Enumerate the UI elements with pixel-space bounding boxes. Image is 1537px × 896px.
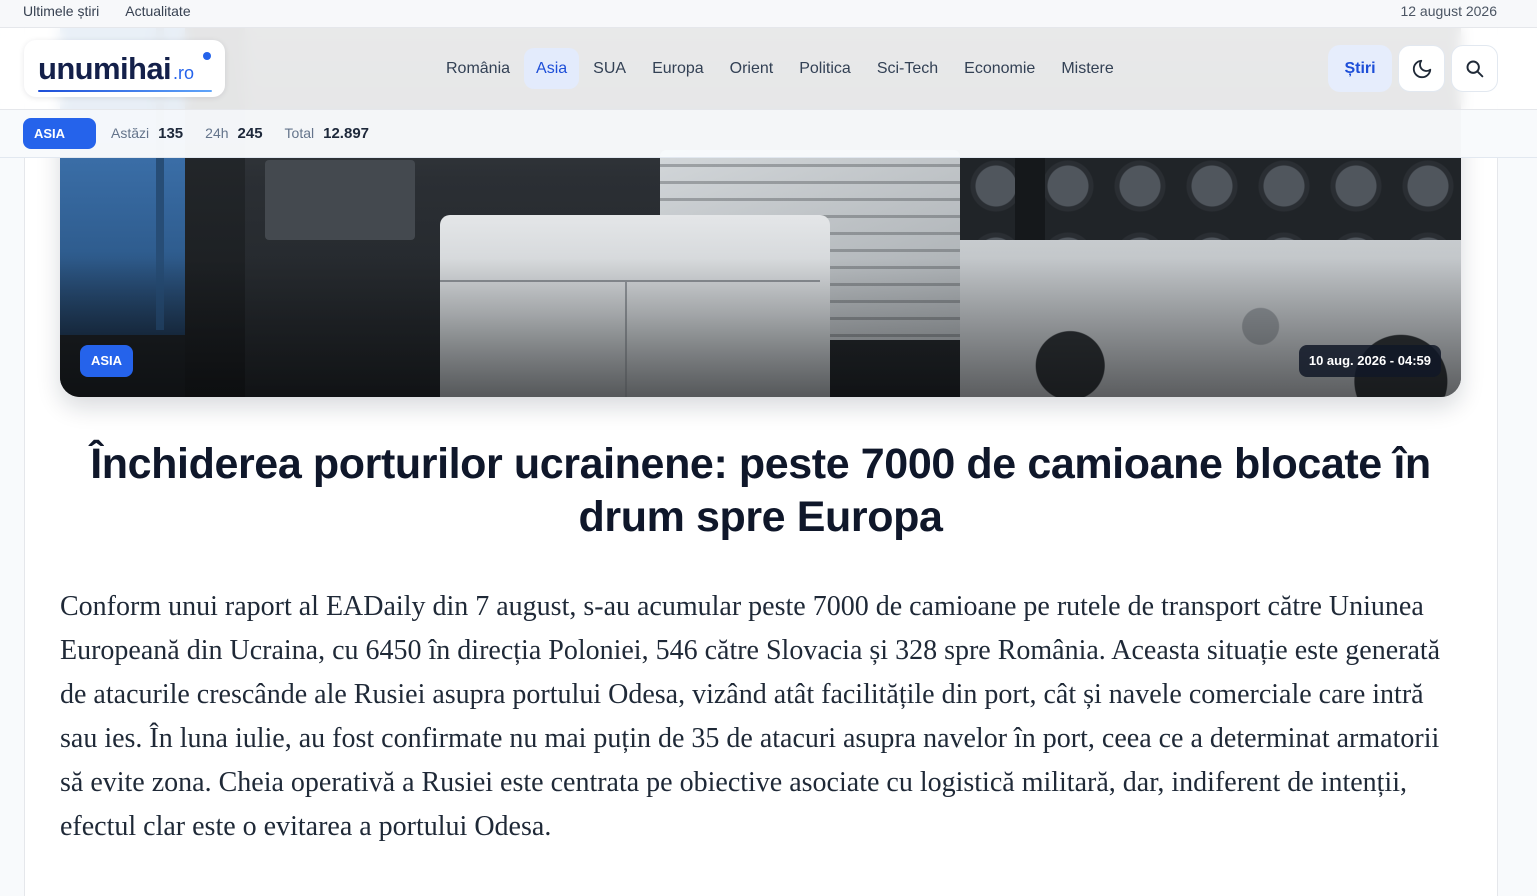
page: ASIA 10 aug. 2026 - 04:59 Închiderea por… — [0, 0, 1537, 896]
nav-item-politica[interactable]: Politica — [787, 48, 863, 89]
category-stats-bar: ASIA Astăzi 135 24h 245 Total 12.897 — [0, 110, 1537, 158]
stat-24h: 24h 245 — [205, 118, 262, 149]
stat-total: Total 12.897 — [285, 118, 369, 149]
logo-text: unumihai .ro — [38, 51, 194, 87]
site-header: unumihai .ro România Asia SUA Europa Orie… — [0, 28, 1537, 110]
logo-tld: .ro — [172, 63, 194, 83]
main-nav: România Asia SUA Europa Orient Politica … — [434, 48, 1126, 89]
nav-item-romania[interactable]: România — [434, 48, 522, 89]
logo-dot-icon — [203, 52, 211, 60]
nav-item-europa[interactable]: Europa — [640, 48, 716, 89]
moon-icon — [1412, 59, 1431, 78]
theme-toggle-button[interactable] — [1398, 45, 1445, 92]
top-utility-bar: Ultimele știri Actualitate 12 august 202… — [0, 0, 1537, 28]
nav-item-economie[interactable]: Economie — [952, 48, 1047, 89]
current-category-badge[interactable]: ASIA — [23, 118, 96, 149]
nav-item-orient[interactable]: Orient — [718, 48, 786, 89]
article-category-badge[interactable]: ASIA — [80, 345, 133, 377]
stat-value: 12.897 — [323, 125, 370, 142]
nav-item-mistere[interactable]: Mistere — [1049, 48, 1125, 89]
nav-item-sci-tech[interactable]: Sci-Tech — [865, 48, 950, 89]
stat-value: 245 — [237, 125, 263, 142]
article-datetime: 10 aug. 2026 - 04:59 — [1298, 345, 1441, 377]
top-link-latest-news[interactable]: Ultimele știri — [23, 1, 99, 21]
news-button[interactable]: Știri — [1328, 45, 1392, 92]
article-title: Închiderea porturilor ucrainene: peste 7… — [90, 440, 1431, 541]
logo-name: unumihai — [38, 51, 172, 86]
search-icon — [1466, 60, 1484, 78]
stat-label: 24h — [205, 125, 229, 141]
article-stats: Astăzi 135 24h 245 Total 12.897 — [111, 118, 369, 149]
nav-item-asia[interactable]: Asia — [524, 48, 580, 89]
nav-item-sua[interactable]: SUA — [581, 48, 638, 89]
stat-today: Astăzi 135 — [111, 118, 183, 149]
stat-value: 135 — [158, 125, 184, 142]
site-logo[interactable]: unumihai .ro — [24, 40, 225, 97]
current-date: 12 august 2026 — [1400, 3, 1497, 19]
top-links: Ultimele știri Actualitate — [23, 1, 191, 21]
stat-label: Total — [284, 125, 315, 141]
search-button[interactable] — [1451, 45, 1498, 92]
header-actions: Știri — [1328, 45, 1498, 92]
stat-label: Astăzi — [111, 125, 150, 141]
top-link-current-affairs[interactable]: Actualitate — [125, 1, 190, 21]
logo-underline — [38, 90, 212, 92]
article-paragraph: Conform unui raport al EADaily din 7 aug… — [60, 591, 1441, 842]
